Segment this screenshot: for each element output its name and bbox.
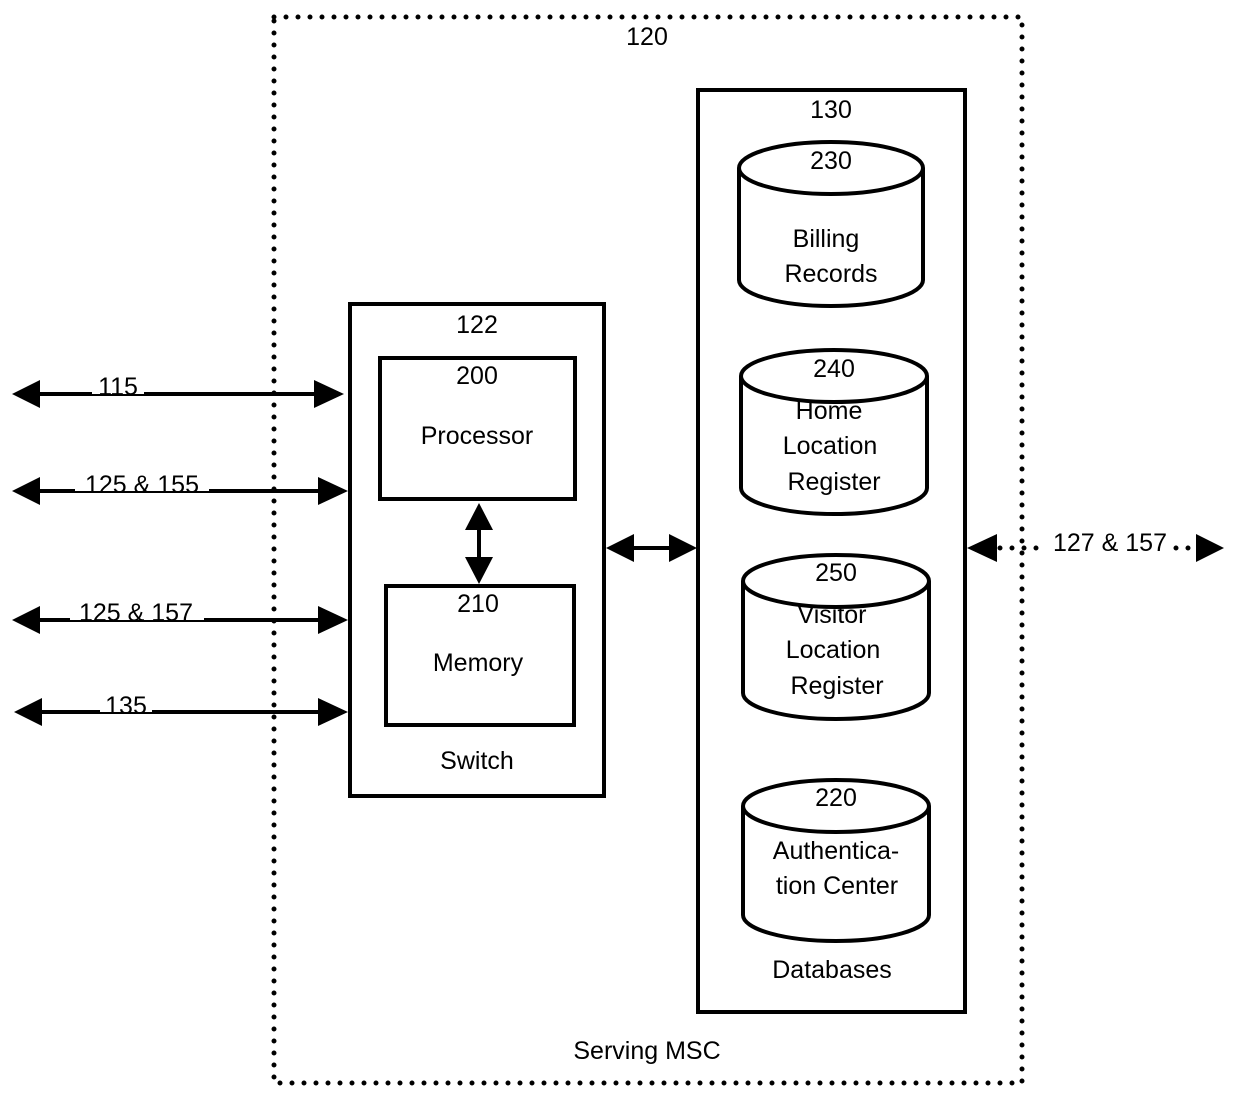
database-ref: 230	[810, 147, 852, 175]
serving-msc-ref: 120	[626, 23, 668, 51]
arrowhead-left-icon	[967, 534, 997, 562]
database-label-line: Authentica-	[773, 837, 899, 865]
arrowhead-left-icon	[12, 606, 40, 634]
database-cylinder-home-location-register: Home 240 Location Register	[739, 348, 929, 516]
processor-label: Processor	[421, 422, 534, 450]
link-115-label: 115	[98, 373, 138, 401]
arrowhead-right-icon	[314, 380, 344, 408]
arrowhead-right-icon	[318, 698, 348, 726]
arrowhead-right-icon	[318, 477, 348, 505]
switch-ref: 122	[456, 311, 498, 339]
link-127-157-label: 127 & 157	[1053, 529, 1167, 557]
arrowhead-left-icon	[12, 477, 40, 505]
arrowhead-left-icon	[14, 698, 42, 726]
memory-block: 210 Memory	[384, 584, 576, 727]
link-115: 115	[12, 373, 344, 408]
link-125-157-label: 125 & 157	[79, 599, 193, 627]
link-127-157: 127 & 157	[967, 529, 1224, 562]
database-ref: 220	[815, 784, 857, 812]
link-125-155: 125 & 155	[12, 471, 348, 505]
arrowhead-right-icon	[318, 606, 348, 634]
databases-block: 130 Databases 230 Billing Records Home 2…	[696, 88, 967, 1014]
switch-label: Switch	[440, 747, 514, 775]
memory-label: Memory	[433, 649, 524, 677]
memory-ref: 210	[457, 590, 499, 618]
database-ref: 250	[815, 559, 857, 587]
database-label-line: Records	[784, 260, 877, 288]
link-125-157: 125 & 157	[12, 599, 348, 634]
databases-label: Databases	[772, 956, 892, 984]
switch-block: 122 Switch 200 Processor 210 Memory	[348, 302, 606, 798]
serving-msc-label: Serving MSC	[573, 1037, 720, 1065]
link-125-155-label: 125 & 155	[85, 471, 199, 499]
database-cylinder-visitor-location-register: Visitor 250 Location Register	[741, 553, 931, 721]
diagram-canvas: 120 Serving MSC 115 125 & 155 125 & 157 …	[12, 14, 1224, 1086]
link-135: 135	[14, 692, 348, 726]
arrowhead-right-icon	[1196, 534, 1224, 562]
database-cylinder-billing-records: 230 Billing Records	[737, 140, 925, 308]
arrowhead-right-icon	[669, 534, 697, 562]
arrowhead-left-icon	[12, 380, 40, 408]
link-135-label: 135	[105, 692, 147, 720]
database-label-line: Billing	[793, 225, 860, 253]
database-label-line: Register	[790, 672, 883, 700]
processor-block: 200 Processor	[378, 356, 577, 501]
arrowhead-left-icon	[606, 534, 634, 562]
database-label-line: Location	[783, 432, 878, 460]
database-cylinder-authentication-center: 220 Authentica- tion Center	[741, 778, 931, 943]
databases-ref: 130	[810, 96, 852, 124]
processor-ref: 200	[456, 362, 498, 390]
database-label-line: tion Center	[776, 872, 898, 900]
database-label-line: Location	[786, 636, 881, 664]
database-label-line: Register	[787, 468, 880, 496]
switch-databases-link	[606, 534, 697, 562]
database-ref: 240	[813, 355, 855, 383]
